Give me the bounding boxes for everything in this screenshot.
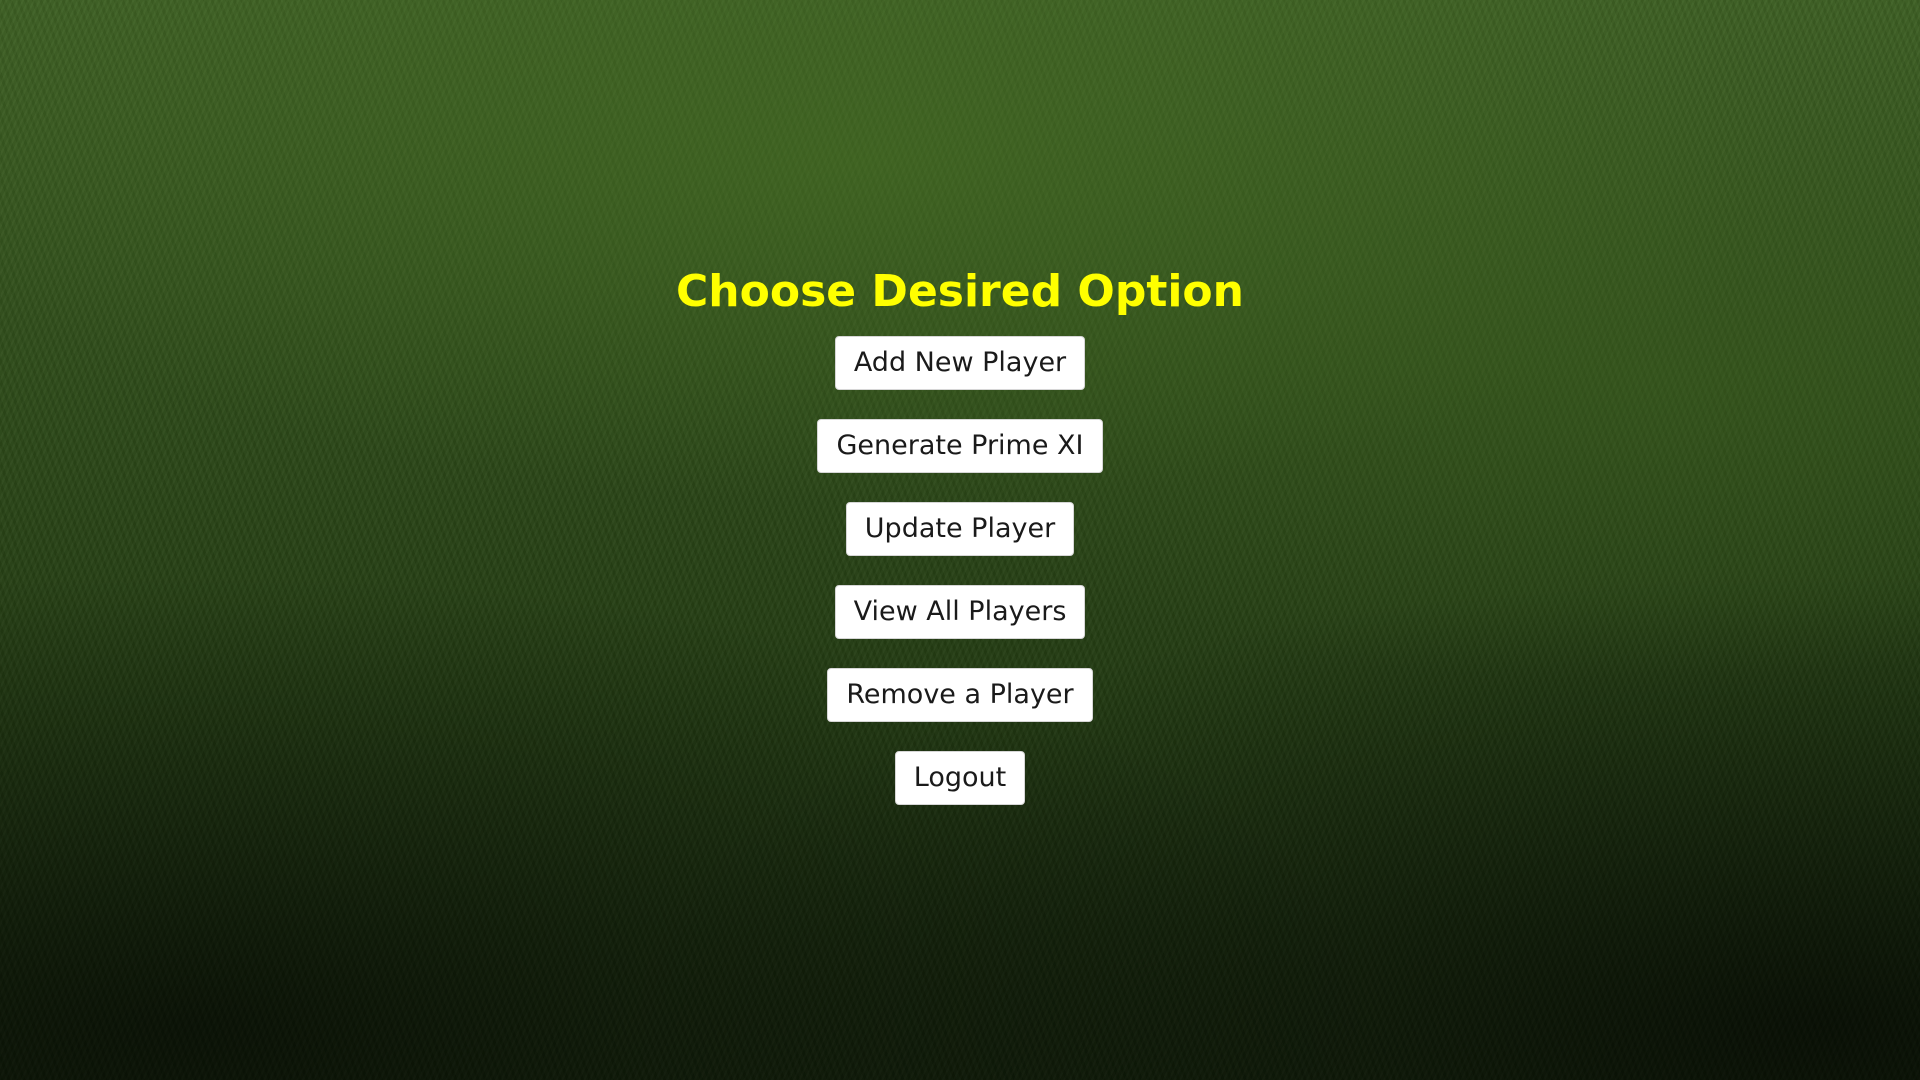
- remove-a-player-button[interactable]: Remove a Player: [827, 668, 1093, 722]
- update-player-button[interactable]: Update Player: [845, 502, 1075, 556]
- option-list: Add New Player Generate Prime XI Update …: [817, 336, 1103, 834]
- logout-button[interactable]: Logout: [894, 751, 1026, 805]
- page-title: Choose Desired Option: [676, 266, 1244, 317]
- options-menu: Choose Desired Option Add New Player Gen…: [0, 262, 1920, 834]
- view-all-players-button[interactable]: View All Players: [834, 585, 1086, 639]
- add-new-player-button[interactable]: Add New Player: [834, 336, 1086, 390]
- generate-prime-xi-button[interactable]: Generate Prime XI: [817, 419, 1103, 473]
